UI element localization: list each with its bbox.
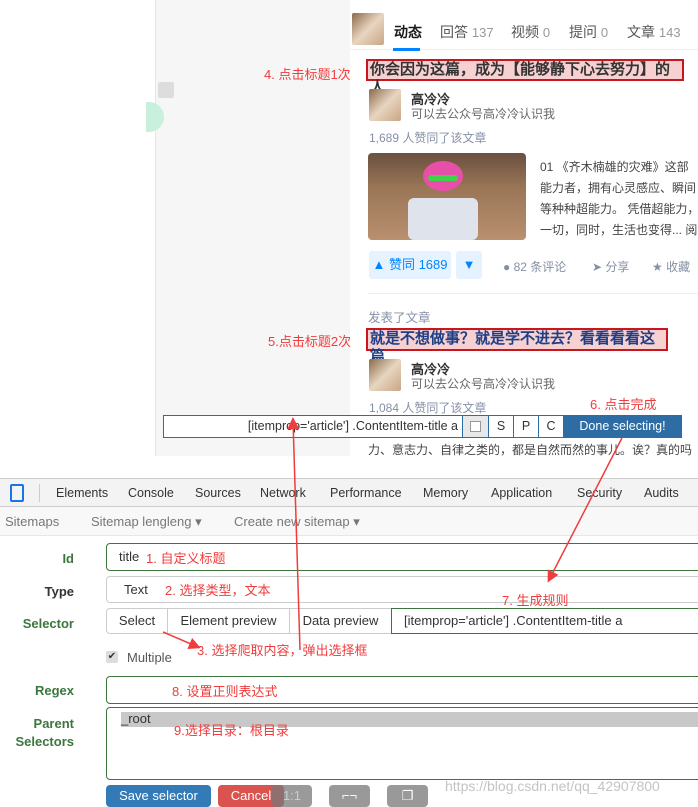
arrow-to-selection-bar [287, 417, 301, 651]
arrow-to-generated-rule [547, 437, 623, 583]
annotation-arrows [162, 417, 623, 651]
arrow-from-select-button [162, 631, 201, 649]
